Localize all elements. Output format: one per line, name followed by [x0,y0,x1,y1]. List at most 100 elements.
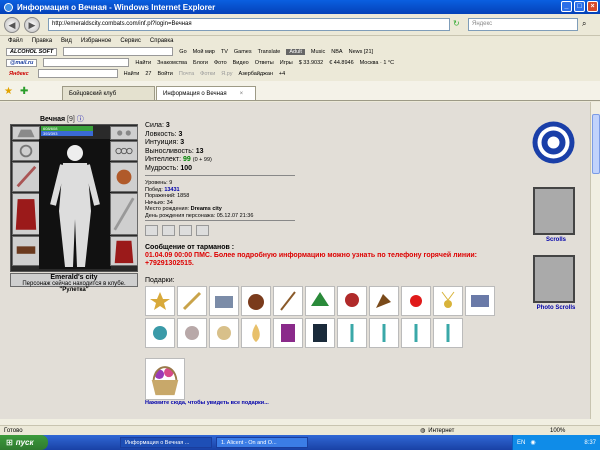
alcohol-search-input[interactable] [63,47,174,56]
gift-item[interactable] [337,286,367,316]
tray-icon[interactable]: ◉ [530,439,535,446]
slot-weapon[interactable] [12,162,40,192]
photo-scrolls-image[interactable] [533,255,575,303]
back-button[interactable]: ◀ [4,17,20,33]
mailru-logo[interactable]: @mail.ru [6,58,38,67]
toolbar1-item-tv[interactable]: TV [221,49,228,55]
toolbar2-item-games[interactable]: Игры [280,60,293,66]
gift-item[interactable] [145,286,175,316]
gift-item[interactable] [369,286,399,316]
scrollbar-thumb[interactable] [592,114,600,174]
toolbar2-item-answers[interactable]: Ответы [255,60,274,66]
go-button[interactable]: Go [179,49,186,55]
toolbar1-item-music[interactable]: Music [311,49,325,55]
medal-icon[interactable] [145,225,158,236]
character-info-icon[interactable]: ⓘ [77,116,84,123]
all-gifts-link[interactable]: Нажмите сюда, чтобы увидеть все подарки.… [145,400,269,406]
gift-item[interactable] [177,318,207,348]
gift-item[interactable] [241,286,271,316]
menu-tools[interactable]: Сервис [120,38,141,44]
start-button[interactable]: ⊞ пуск [0,435,48,450]
search-input[interactable]: Яндекс [468,18,578,31]
toolbar1-item-news[interactable]: News [21] [349,49,373,55]
toolbar2-item-blogs[interactable]: Блоги [193,60,208,66]
zoom-level[interactable]: 100% [550,428,565,434]
tab-fight-club[interactable]: Бойцовский клуб [62,86,155,100]
toolbar3-item-yaru[interactable]: Я.ру [221,71,232,77]
menu-favorites[interactable]: Избранное [81,38,111,44]
gift-item[interactable] [209,318,239,348]
gift-item[interactable] [369,318,399,348]
menu-edit[interactable]: Правка [32,38,52,44]
yandex-logo[interactable]: Яндекс [6,71,32,77]
taskbar-item-ie[interactable]: Информация о Вечная ... [120,437,212,448]
medal-icon[interactable] [196,225,209,236]
toolbar3-item-mail[interactable]: Почта [179,71,194,77]
gift-item[interactable] [465,286,495,316]
slot-boots[interactable] [110,236,138,266]
tab-close-icon[interactable]: × [240,91,244,97]
gift-item[interactable] [433,318,463,348]
search-icon[interactable]: ⌕ [582,19,586,29]
forward-button[interactable]: ▶ [24,17,40,33]
close-button[interactable]: × [587,1,598,12]
yandex-find-button[interactable]: Найти [124,71,140,77]
gift-item[interactable] [209,286,239,316]
gift-item[interactable] [401,286,431,316]
toolbar1-item-nba[interactable]: NBA [331,49,342,55]
stat-value: 3 [180,139,185,146]
add-favorite-icon[interactable]: ✚ [20,86,28,97]
medal-icon[interactable] [179,225,192,236]
window-titlebar[interactable]: Информация о Вечная - Windows Internet E… [0,0,600,14]
toolbar1-item-mymir[interactable]: Мой мир [193,49,215,55]
yandex-search-input[interactable] [37,69,118,78]
address-bar[interactable]: http://emeraldscity.combats.com/inf.pl?l… [48,18,450,31]
scrolls-link[interactable]: Scrolls [526,237,586,243]
gift-item[interactable] [337,318,367,348]
toolbar2-item-dating[interactable]: Знакомства [157,60,187,66]
medal-icon[interactable] [162,225,175,236]
toolbar1-item-translate[interactable]: Translate [258,49,281,55]
taskbar-item-player[interactable]: 1. Alicent - On and O... [216,437,308,448]
gift-item[interactable] [241,318,271,348]
menu-file[interactable]: Файл [8,38,23,44]
favorites-star-icon[interactable]: ★ [4,86,13,97]
gift-item[interactable] [273,286,303,316]
slot-earrings[interactable] [110,126,138,140]
minimize-button[interactable]: _ [561,1,572,12]
gift-item[interactable] [305,318,335,348]
gift-item[interactable] [177,286,207,316]
mailru-search-input[interactable] [43,58,130,67]
gift-item[interactable] [145,318,175,348]
alcohol-logo[interactable]: ALCOHOL SOFT [6,47,58,56]
slot-helmet[interactable] [12,126,40,140]
toolbar1-item-games[interactable]: Games [234,49,252,55]
slot-rings[interactable] [110,141,138,161]
gift-item[interactable] [433,286,463,316]
slot-belt[interactable] [12,236,40,266]
vertical-scrollbar[interactable] [590,102,600,419]
slot-necklace[interactable] [12,141,40,161]
maximize-button[interactable]: □ [574,1,585,12]
clan-emblem[interactable] [531,120,576,165]
mailru-find-button[interactable]: Найти [135,60,151,66]
gift-basket[interactable] [145,358,185,400]
language-indicator[interactable]: EN [517,440,525,446]
menu-view[interactable]: Вид [61,38,72,44]
slot-shield[interactable] [110,193,138,235]
toolbar3-item-photos[interactable]: Фотки [200,71,215,77]
slot-armor[interactable] [12,193,40,235]
gift-item[interactable] [273,318,303,348]
slot-gloves[interactable] [110,162,138,192]
photo-scrolls-link[interactable]: Photo Scrolls [526,305,586,311]
toolbar2-item-video[interactable]: Видео [233,60,249,66]
toolbar2-item-photo[interactable]: Фото [214,60,227,66]
gift-item[interactable] [401,318,431,348]
menu-help[interactable]: Справка [150,38,174,44]
toolbar1-item-adult[interactable]: Adult [286,48,305,55]
toolbar3-item-login[interactable]: Войти [157,71,172,77]
tab-info[interactable]: Информация о Вечная × [156,86,256,100]
scrolls-image[interactable] [533,187,575,235]
refresh-icon[interactable]: ↻ [453,19,460,28]
gift-item[interactable] [305,286,335,316]
